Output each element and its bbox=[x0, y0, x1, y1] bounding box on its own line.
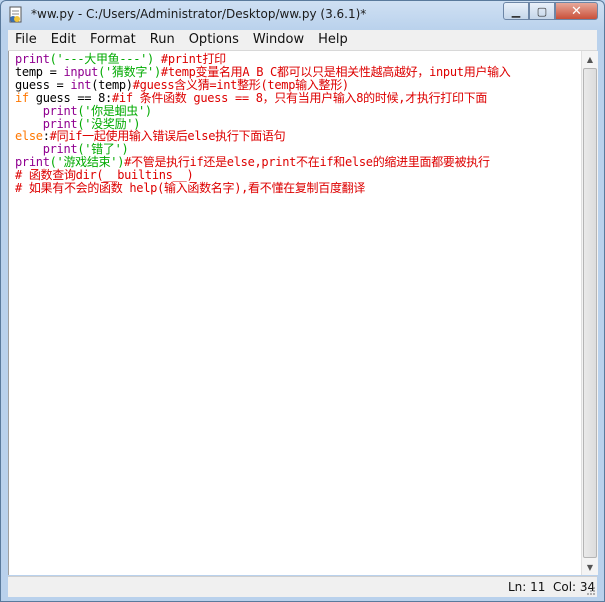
code-line[interactable]: # 如果有不会的函数 help(输入函数名字),看不懂在复制百度翻译 bbox=[15, 182, 511, 195]
menu-options[interactable]: Options bbox=[182, 30, 246, 50]
maximize-icon: ▢ bbox=[536, 4, 548, 18]
code-token: if bbox=[15, 90, 29, 105]
status-bar: Ln: 11 Col: 34 bbox=[8, 576, 597, 597]
code-token: print bbox=[15, 52, 50, 66]
maximize-button[interactable]: ▢ bbox=[529, 2, 555, 20]
code-token: ('你是蛔虫') bbox=[77, 103, 152, 118]
code-editor[interactable]: print('---大甲鱼---') #print打印 temp = input(… bbox=[8, 51, 582, 575]
menu-window[interactable]: Window bbox=[246, 30, 311, 50]
code-token: ('---大甲鱼---') bbox=[49, 52, 155, 66]
minimize-button[interactable]: ▁ bbox=[503, 2, 529, 20]
menu-file[interactable]: File bbox=[8, 30, 44, 50]
scrollbar-thumb[interactable] bbox=[583, 68, 597, 558]
code-token: #temp变量名用A B C都可以只是相关性越高越好，input用户输入 bbox=[160, 64, 511, 79]
code-token: else bbox=[15, 129, 43, 144]
scroll-down-arrow-icon[interactable]: ▼ bbox=[582, 559, 598, 575]
menu-format[interactable]: Format bbox=[83, 30, 143, 50]
scroll-up-arrow-icon[interactable]: ▲ bbox=[582, 51, 598, 67]
code-text[interactable]: print('---大甲鱼---') #print打印 temp = input(… bbox=[15, 53, 511, 195]
code-token: ('猜数字') bbox=[98, 64, 161, 79]
code-token: print bbox=[42, 103, 78, 118]
code-token: #guess含义猜=int整形(temp输入整形) bbox=[132, 77, 349, 92]
menu-run[interactable]: Run bbox=[143, 30, 182, 50]
code-token: (temp) bbox=[91, 77, 133, 92]
code-token: : bbox=[42, 129, 50, 144]
menu-help[interactable]: Help bbox=[311, 30, 355, 50]
code-token: guess == 8: bbox=[28, 90, 112, 105]
vertical-scrollbar[interactable]: ▲ ▼ bbox=[581, 51, 598, 575]
minimize-icon: ▁ bbox=[511, 4, 521, 18]
window-title: *ww.py - C:/Users/Administrator/Desktop/… bbox=[31, 7, 367, 21]
window-controls: ▁ ▢ ✕ bbox=[503, 2, 598, 21]
title-bar[interactable]: *ww.py - C:/Users/Administrator/Desktop/… bbox=[1, 1, 604, 30]
status-line-number: Ln: 11 bbox=[508, 580, 546, 594]
menu-edit[interactable]: Edit bbox=[44, 30, 83, 50]
code-token: #if 条件函数 guess == 8，只有当用户输入8的时候,才执行打印下面 bbox=[111, 90, 488, 105]
code-token: #同if一起使用输入错误后else执行下面语句 bbox=[49, 129, 286, 144]
code-token: guess = bbox=[15, 77, 71, 92]
code-token: int bbox=[70, 77, 92, 92]
code-token: # 如果有不会的函数 help(输入函数名字),看不懂在复制百度翻译 bbox=[15, 181, 366, 196]
python-idle-icon bbox=[9, 6, 22, 23]
code-token: temp = bbox=[15, 64, 64, 79]
code-token: #print打印 bbox=[153, 52, 226, 66]
menu-bar: File Edit Format Run Options Window Help bbox=[8, 30, 597, 51]
code-token: input bbox=[63, 64, 99, 79]
idle-editor-window: *ww.py - C:/Users/Administrator/Desktop/… bbox=[0, 0, 605, 602]
close-icon: ✕ bbox=[571, 3, 582, 19]
resize-grip-icon[interactable] bbox=[586, 586, 596, 596]
close-button[interactable]: ✕ bbox=[555, 2, 598, 20]
